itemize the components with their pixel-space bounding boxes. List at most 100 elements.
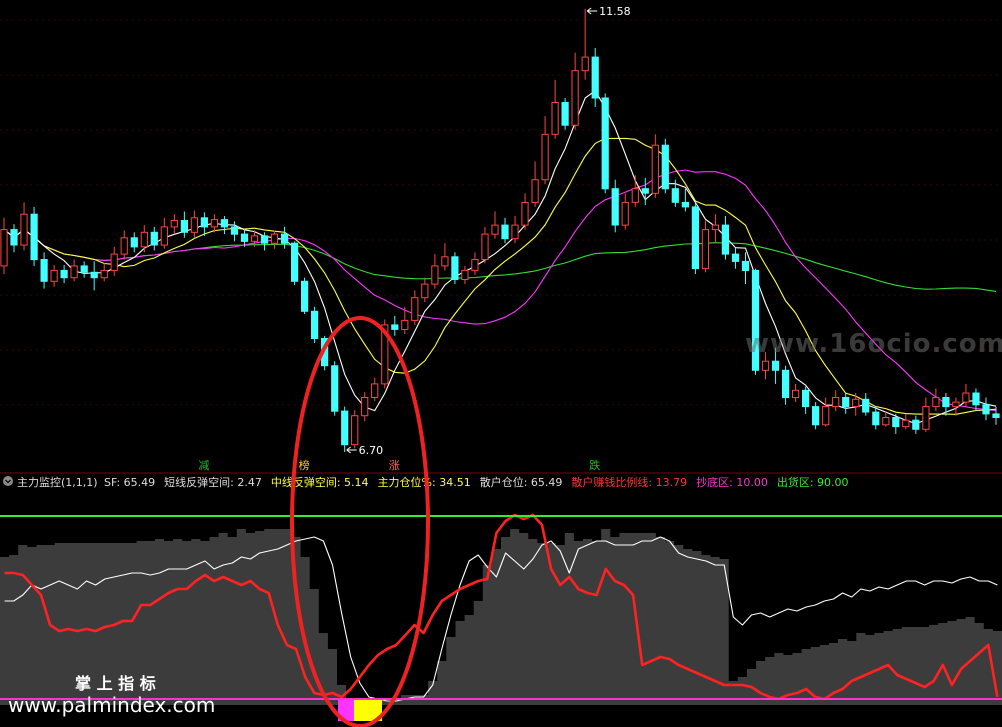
watermark: www.16ocio.com bbox=[745, 329, 1002, 359]
candle bbox=[631, 175, 639, 207]
candle bbox=[120, 230, 128, 260]
candle bbox=[311, 306, 319, 344]
candle bbox=[741, 252, 750, 285]
candle bbox=[832, 390, 840, 412]
candle bbox=[541, 116, 549, 185]
indicator-boxes bbox=[338, 700, 382, 721]
candle bbox=[922, 397, 930, 433]
candle bbox=[270, 230, 279, 249]
legend-value: 出货区: 90.00 bbox=[777, 475, 849, 489]
price-annotations: 11.58 6.70 bbox=[346, 5, 631, 457]
candle bbox=[691, 202, 699, 275]
legend-value: SF: 65.49 bbox=[104, 476, 155, 489]
candle bbox=[501, 217, 509, 244]
candle bbox=[160, 217, 168, 249]
candle bbox=[190, 210, 199, 238]
candle bbox=[100, 263, 108, 282]
signal-label: 榜 bbox=[299, 458, 310, 472]
candle bbox=[902, 413, 910, 430]
candle bbox=[371, 377, 379, 402]
candle bbox=[90, 261, 98, 291]
candle bbox=[461, 265, 469, 285]
candle bbox=[481, 226, 489, 264]
candle bbox=[982, 397, 990, 421]
candle bbox=[431, 254, 439, 289]
legend-value: 短线反弹空间: 2.47 bbox=[164, 475, 262, 489]
collapse-icon[interactable] bbox=[3, 476, 13, 486]
candle bbox=[511, 215, 519, 244]
candle bbox=[110, 246, 118, 276]
candle bbox=[842, 392, 850, 414]
low-price-label: 6.70 bbox=[359, 444, 384, 457]
candle bbox=[621, 193, 629, 230]
high-price-label: 11.58 bbox=[599, 5, 631, 18]
stock-chart: 11.58 6.70 减 榜 涨 跌 www.16ocio.com 主力监控(1,1,… bbox=[0, 5, 1002, 727]
candle bbox=[862, 392, 870, 416]
candle bbox=[341, 406, 349, 452]
candle bbox=[331, 361, 339, 416]
signal-label: 跌 bbox=[589, 458, 600, 472]
ma20-line bbox=[3, 169, 997, 412]
candle bbox=[531, 161, 539, 207]
candle bbox=[812, 402, 820, 430]
signal-label: 减 bbox=[198, 459, 209, 472]
candle bbox=[641, 177, 649, 206]
candle bbox=[471, 252, 479, 275]
candle bbox=[80, 261, 88, 278]
legend-value: 抄底区: 10.00 bbox=[696, 475, 768, 489]
candle bbox=[20, 202, 28, 251]
candle bbox=[170, 214, 178, 235]
candle bbox=[521, 193, 529, 230]
indicator-title: 主力监控(1,1,1) bbox=[17, 475, 98, 489]
signal-label: 涨 bbox=[389, 459, 400, 472]
candle bbox=[711, 214, 719, 244]
candle bbox=[60, 264, 68, 284]
candle bbox=[701, 220, 709, 273]
candle bbox=[421, 277, 429, 303]
candle bbox=[150, 226, 158, 251]
candle bbox=[792, 383, 800, 403]
candle bbox=[731, 247, 740, 269]
legend-value: 主力仓位%: 34.51 bbox=[378, 475, 471, 489]
candle bbox=[10, 224, 18, 253]
candle bbox=[220, 215, 229, 235]
candle bbox=[180, 211, 189, 238]
chart-stage: 11.58 6.70 减 榜 涨 跌 www.16ocio.com 主力监控(1,1,… bbox=[0, 0, 1002, 727]
ma10-line bbox=[3, 137, 997, 415]
candle bbox=[591, 48, 599, 108]
candle bbox=[391, 315, 399, 336]
candle bbox=[451, 252, 459, 285]
candle bbox=[130, 232, 138, 253]
brand-title: 掌 上 指 标 bbox=[75, 674, 156, 693]
candle bbox=[30, 206, 38, 266]
legend-value: 中线反弹空间: 5.14 bbox=[271, 475, 369, 489]
candle bbox=[802, 386, 810, 414]
candle bbox=[571, 52, 579, 130]
candle bbox=[721, 215, 729, 260]
candle bbox=[281, 226, 289, 249]
candle bbox=[872, 406, 880, 430]
candle bbox=[601, 93, 609, 194]
candle bbox=[942, 392, 950, 416]
candle bbox=[230, 221, 239, 242]
candle bbox=[40, 252, 48, 289]
legend-value: 散户仓位: 65.49 bbox=[480, 475, 563, 489]
candle bbox=[912, 415, 920, 434]
ma5-line bbox=[3, 89, 997, 425]
candle bbox=[822, 397, 830, 427]
candle bbox=[681, 188, 689, 212]
candle bbox=[411, 290, 419, 325]
candle bbox=[441, 243, 449, 271]
legend-value: 散户赚钱比例线: 13.79 bbox=[571, 475, 687, 489]
candle bbox=[651, 134, 659, 198]
candle bbox=[291, 241, 299, 285]
candle bbox=[561, 97, 569, 130]
moving-averages bbox=[3, 89, 997, 425]
candle bbox=[932, 388, 940, 412]
candle bbox=[0, 217, 8, 275]
candle bbox=[661, 138, 669, 194]
candle bbox=[140, 225, 148, 253]
candle bbox=[611, 179, 619, 233]
candle bbox=[491, 211, 499, 239]
signal-labels: 减榜涨跌 bbox=[198, 458, 600, 472]
